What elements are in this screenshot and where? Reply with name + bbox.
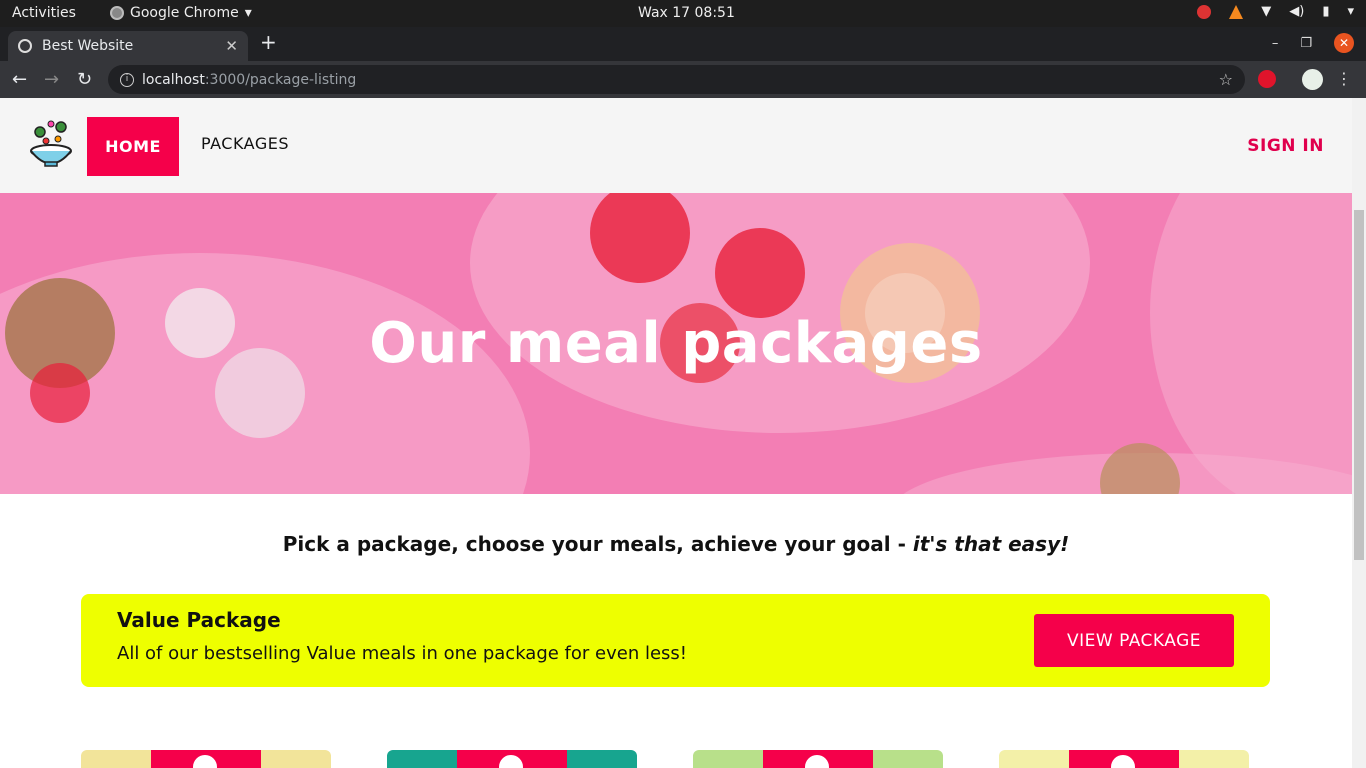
vlc-icon[interactable]	[1229, 4, 1244, 19]
hero-banner: Our meal packages	[0, 193, 1352, 494]
url-path: :3000/package-listing	[204, 71, 357, 88]
close-window-icon[interactable]: ✕	[1334, 33, 1354, 53]
volume-icon[interactable]: ◀)	[1289, 4, 1304, 19]
scrollbar[interactable]	[1352, 98, 1366, 768]
tagline-emphasis: it's that easy!	[912, 532, 1070, 556]
tagline-main: Pick a package, choose your meals, achie…	[282, 532, 913, 556]
package-card[interactable]	[387, 750, 637, 768]
forward-icon[interactable]: →	[44, 69, 59, 90]
os-top-bar: Activities Google Chrome ▾ Wax 17 08:51 …	[0, 0, 1366, 27]
extension-icon[interactable]	[1258, 70, 1276, 88]
reload-icon[interactable]: ↻	[77, 69, 92, 90]
sign-in-link[interactable]: SIGN IN	[1247, 136, 1324, 156]
promo-title: Value Package	[117, 608, 281, 632]
package-card[interactable]	[81, 750, 331, 768]
window-controls: – ❐ ✕	[1272, 33, 1354, 53]
clock[interactable]: Wax 17 08:51	[638, 5, 735, 21]
browser-toolbar: ← → ↻ i localhost:3000/package-listing ☆…	[0, 61, 1366, 98]
browser-tab[interactable]: Best Website ✕	[8, 31, 248, 61]
address-bar[interactable]: i localhost:3000/package-listing ☆	[108, 65, 1245, 94]
package-card[interactable]	[693, 750, 943, 768]
nav-packages[interactable]: PACKAGES	[201, 134, 289, 153]
site-header: HOME PACKAGES SIGN IN	[0, 98, 1352, 193]
app-menu[interactable]: Google Chrome ▾	[110, 5, 252, 21]
close-icon[interactable]: ✕	[225, 37, 238, 55]
value-package-banner: Value Package All of our bestselling Val…	[81, 594, 1270, 687]
globe-icon	[18, 39, 32, 53]
more-options-icon[interactable]: ⋮	[1336, 69, 1352, 88]
hero-title: Our meal packages	[369, 311, 983, 376]
info-icon[interactable]: i	[120, 72, 134, 87]
maximize-icon[interactable]: ❐	[1300, 36, 1312, 51]
system-tray[interactable]: ▼ ◀) ▮ ▾	[1197, 4, 1354, 19]
promo-description: All of our bestselling Value meals in on…	[117, 643, 687, 664]
tab-title: Best Website	[42, 38, 134, 54]
nav-home[interactable]: HOME	[87, 117, 179, 176]
wifi-icon[interactable]: ▼	[1261, 4, 1271, 19]
activities-button[interactable]: Activities	[12, 5, 76, 21]
chevron-down-icon[interactable]: ▾	[1347, 4, 1354, 19]
page-viewport: HOME PACKAGES SIGN IN Our meal packages …	[0, 98, 1352, 768]
chrome-icon	[110, 6, 124, 20]
battery-icon[interactable]: ▮	[1322, 4, 1329, 19]
app-name: Google Chrome	[130, 5, 239, 21]
back-icon[interactable]: ←	[12, 69, 27, 90]
tagline: Pick a package, choose your meals, achie…	[0, 532, 1352, 556]
minimize-icon[interactable]: –	[1272, 36, 1279, 51]
url-host: localhost	[142, 71, 205, 88]
chevron-down-icon: ▾	[244, 5, 252, 21]
indicator-icon[interactable]	[1197, 4, 1212, 19]
profile-avatar[interactable]	[1302, 69, 1323, 90]
scrollbar-thumb[interactable]	[1354, 210, 1364, 560]
new-tab-button[interactable]: +	[260, 30, 277, 54]
bookmark-star-icon[interactable]: ☆	[1219, 70, 1233, 89]
logo-icon[interactable]	[28, 118, 74, 168]
tab-strip: Best Website ✕	[0, 27, 1366, 61]
package-card[interactable]	[999, 750, 1249, 768]
view-package-button[interactable]: VIEW PACKAGE	[1034, 614, 1234, 667]
